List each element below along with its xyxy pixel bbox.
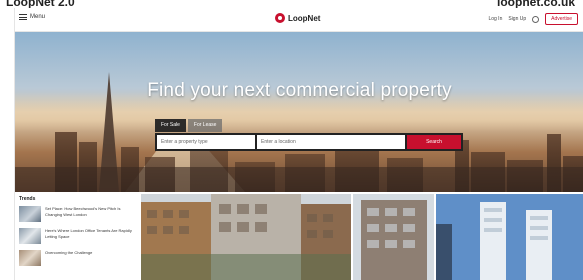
tab-for-lease[interactable]: For Lease xyxy=(187,119,223,132)
tab-for-sale[interactable]: For Sale xyxy=(155,119,186,132)
trend-thumbnail xyxy=(19,250,41,266)
site-logo[interactable]: LoopNet xyxy=(275,13,320,23)
cropped-header-strip: LoopNet 2.0 loopnet.co.uk xyxy=(0,0,583,8)
trends-panel: Trends Set Place: How Beechwood's New Pi… xyxy=(19,196,137,280)
advertise-button[interactable]: Advertise xyxy=(545,13,578,25)
signup-link[interactable]: Sign Up xyxy=(508,16,526,22)
hero-headline: Find your next commercial property xyxy=(147,80,452,101)
trend-item[interactable]: Overcoming the Challenge xyxy=(19,250,137,266)
trend-thumbnail xyxy=(19,228,41,244)
search-tabs: For Sale For Lease xyxy=(155,119,223,132)
content-area: Trends Set Place: How Beechwood's New Pi… xyxy=(15,194,583,280)
search-button[interactable]: Search xyxy=(407,135,461,149)
trend-headline: Overcoming the Challenge xyxy=(45,250,93,255)
cropped-text-left: LoopNet 2.0 xyxy=(6,0,75,8)
brand-name: LoopNet xyxy=(288,13,321,23)
hero-banner: Find your next commercial property For S… xyxy=(15,32,583,192)
trend-headline: Set Place: How Beechwood's New Pitch Is … xyxy=(45,206,121,217)
property-search-bar: Enter a property type Enter a location S… xyxy=(155,133,463,151)
building-image-2[interactable] xyxy=(353,194,434,280)
hamburger-icon xyxy=(19,14,27,20)
globe-icon[interactable] xyxy=(532,15,540,23)
browser-page: Menu LoopNet Log In Sign Up Advertise Fi… xyxy=(14,8,583,280)
featured-building-image[interactable] xyxy=(141,194,351,280)
building-illustration-2 xyxy=(353,194,434,280)
building-illustration-3 xyxy=(436,194,583,280)
trend-thumbnail xyxy=(19,206,41,222)
trends-title: Trends xyxy=(19,196,36,202)
trend-item[interactable]: Set Place: How Beechwood's New Pitch Is … xyxy=(19,206,137,222)
header-actions: Log In Sign Up Advertise xyxy=(488,13,578,25)
trend-item[interactable]: Here's Where London Office Tenants Are R… xyxy=(19,228,137,244)
menu-label: Menu xyxy=(30,14,46,20)
trend-headline: Here's Where London Office Tenants Are R… xyxy=(45,228,132,239)
loopnet-logo-icon xyxy=(275,13,285,23)
menu-button[interactable]: Menu xyxy=(19,14,45,20)
site-header: Menu LoopNet Log In Sign Up Advertise xyxy=(15,8,583,32)
location-input[interactable]: Enter a location xyxy=(257,135,405,149)
cropped-text-right: loopnet.co.uk xyxy=(497,0,575,8)
building-image-3[interactable] xyxy=(436,194,583,280)
property-type-input[interactable]: Enter a property type xyxy=(157,135,255,149)
login-link[interactable]: Log In xyxy=(488,16,502,22)
featured-building-illustration xyxy=(141,194,351,280)
